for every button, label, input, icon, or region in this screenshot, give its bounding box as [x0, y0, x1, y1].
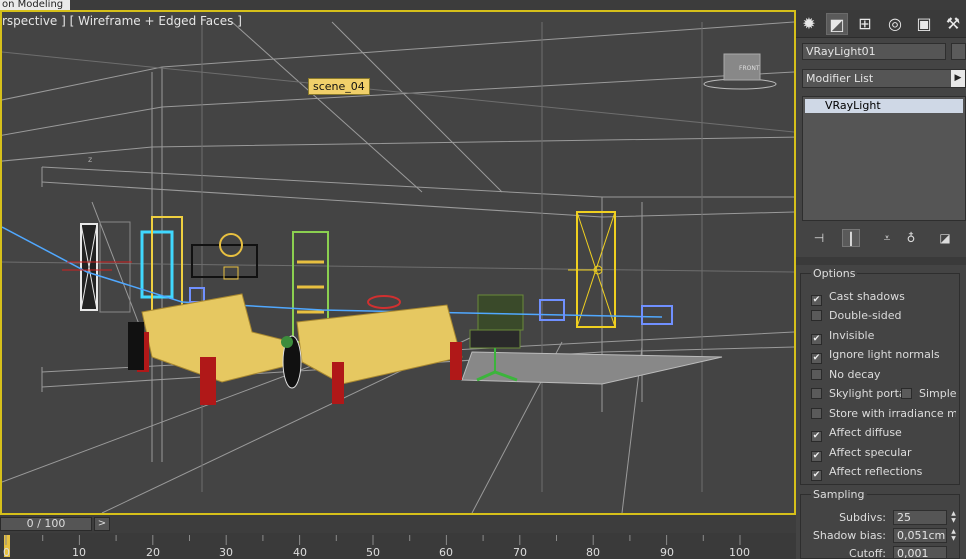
viewcube-icon[interactable]: FRONT [702, 50, 782, 95]
tick-label: 90 [660, 546, 674, 559]
option-ignore-light-normals[interactable]: ✔ Ignore light normals [811, 348, 940, 364]
shadow-bias-spinner[interactable]: Shadow bias: 0,051cm ▲ ▼ [811, 528, 961, 544]
command-panel: ✹ ◩ ⊞ ◎ ▣ ⚒ VRayLight01 Modifier List ▶ … [796, 10, 966, 559]
tick-label: 50 [366, 546, 380, 559]
modifier-stack[interactable]: VRayLight [802, 96, 966, 221]
option-skylight-portal[interactable]: Skylight portal [811, 387, 909, 401]
option-store-with-irradiance-map[interactable]: Store with irradiance map [811, 407, 956, 421]
spinner-arrows-icon[interactable]: ▲ ▼ [949, 510, 958, 525]
tick-label: 30 [219, 546, 233, 559]
option-label: Store with irradiance map [829, 407, 956, 420]
subdivs-spinner[interactable]: Subdivs: 25 ▲ ▼ [811, 510, 961, 526]
subdivs-label: Subdivs: [839, 511, 886, 524]
option-cast-shadows[interactable]: ✔ Cast shadows [811, 290, 905, 306]
make-unique-icon[interactable]: ⩡ [878, 229, 896, 247]
viewport-label[interactable]: rspective ] [ Wireframe + Edged Faces ] [2, 14, 242, 28]
option-label: Double-sided [829, 309, 902, 322]
cutoff-label: Cutoff: [849, 547, 886, 558]
option-label: Ignore light normals [829, 348, 940, 361]
checkbox-icon[interactable] [811, 310, 822, 321]
checkbox-icon[interactable] [811, 408, 822, 419]
checkbox-icon[interactable] [901, 388, 912, 399]
options-title[interactable]: Options [811, 267, 858, 280]
spinner-arrows-icon[interactable]: ▲ ▼ [949, 528, 958, 543]
time-slider-thumb[interactable]: 0 / 100 [0, 517, 92, 531]
sampling-title[interactable]: Sampling [811, 488, 867, 501]
shadow-bias-input[interactable]: 0,051cm [893, 528, 947, 543]
tick-label: 100 [729, 546, 750, 559]
create-tab-icon[interactable]: ✹ [798, 13, 820, 35]
cutoff-input[interactable]: 0,001 [893, 546, 947, 558]
option-affect-diffuse[interactable]: ✔ Affect diffuse [811, 426, 902, 442]
svg-text:z: z [88, 155, 92, 164]
option-label: Invisible [829, 329, 875, 342]
option-simple[interactable]: Simple [901, 387, 957, 401]
tick-label: 70 [513, 546, 527, 559]
configure-sets-icon[interactable]: ◪ [936, 229, 954, 247]
option-label: No decay [829, 368, 881, 381]
modifier-list-value: Modifier List [806, 72, 874, 85]
pin-stack-icon[interactable]: ⊣ [810, 229, 828, 247]
tick-label: 10 [72, 546, 86, 559]
stack-item-vraylight[interactable]: VRayLight [805, 99, 963, 113]
checkbox-icon[interactable] [811, 388, 822, 399]
checkbox-icon[interactable] [811, 369, 822, 380]
modify-tab-icon[interactable]: ◩ [826, 13, 848, 35]
next-frame-button[interactable]: > [94, 517, 110, 531]
track-bar[interactable]: 0 10 20 30 40 50 60 70 80 90 100 [0, 533, 796, 559]
tick-label: 80 [586, 546, 600, 559]
subdivs-input[interactable]: 25 [893, 510, 947, 525]
option-label: Affect specular [829, 446, 912, 459]
tick-label: 60 [439, 546, 453, 559]
options-rollout: Options ✔ Cast shadows Double-sided ✔ Invi… [800, 267, 960, 485]
wireframe-scene[interactable]: z [2, 12, 794, 513]
track-bar-ticks [4, 535, 741, 557]
utilities-tab-icon[interactable]: ⚒ [942, 13, 964, 35]
shadow-bias-label: Shadow bias: [812, 529, 886, 542]
hierarchy-tab-icon[interactable]: ⊞ [854, 13, 876, 35]
checkbox-icon[interactable]: ✔ [811, 353, 822, 364]
viewcube-label: FRONT [739, 65, 760, 72]
tick-label: 20 [146, 546, 160, 559]
checkbox-icon[interactable]: ✔ [811, 295, 822, 306]
option-affect-specular[interactable]: ✔ Affect specular [811, 446, 912, 462]
time-slider[interactable]: 0 / 100 > [0, 515, 796, 533]
option-label: Simple [919, 387, 957, 400]
option-label: Cast shadows [829, 290, 905, 303]
option-label: Skylight portal [829, 387, 909, 400]
panel-divider [796, 257, 966, 265]
motion-tab-icon[interactable]: ◎ [884, 13, 906, 35]
option-double-sided[interactable]: Double-sided [811, 309, 901, 323]
remove-modifier-icon[interactable]: ♁ [902, 229, 920, 247]
checkbox-icon[interactable]: ✔ [811, 470, 822, 481]
checkbox-icon[interactable]: ✔ [811, 334, 822, 345]
perspective-viewport[interactable]: z FRONT rspective ] [ Wireframe + Edged … [0, 10, 796, 515]
option-no-decay[interactable]: No decay [811, 368, 881, 382]
dropdown-arrow-icon[interactable]: ▶ [951, 70, 965, 87]
object-color-swatch[interactable] [951, 43, 966, 60]
command-panel-tabs: ✹ ◩ ⊞ ◎ ▣ ⚒ [796, 10, 966, 38]
window-tab[interactable]: on Modeling [0, 0, 70, 10]
cutoff-spinner[interactable]: Cutoff: 0,001 [811, 546, 961, 558]
option-label: Affect diffuse [829, 426, 902, 439]
checkbox-icon[interactable]: ✔ [811, 431, 822, 442]
scene-tag: scene_04 [308, 78, 370, 95]
option-label: Affect reflections [829, 465, 923, 478]
checkbox-icon[interactable]: ✔ [811, 451, 822, 462]
tick-label: 40 [293, 546, 307, 559]
option-invisible[interactable]: ✔ Invisible [811, 329, 875, 345]
tick-label: 0 [3, 546, 10, 559]
display-tab-icon[interactable]: ▣ [913, 13, 935, 35]
show-end-result-icon[interactable]: ┃ [842, 229, 860, 247]
modifier-list-dropdown[interactable]: Modifier List ▶ [802, 69, 966, 88]
sampling-rollout: Sampling Subdivs: 25 ▲ ▼ Shadow bias: 0,0… [800, 488, 961, 559]
stack-toolbar: ⊣ ┃ ⩡ ♁ ◪ [802, 227, 966, 249]
object-name-field[interactable]: VRayLight01 [802, 43, 946, 60]
option-affect-reflections[interactable]: ✔ Affect reflections [811, 465, 923, 481]
title-bar-strip [70, 0, 966, 10]
